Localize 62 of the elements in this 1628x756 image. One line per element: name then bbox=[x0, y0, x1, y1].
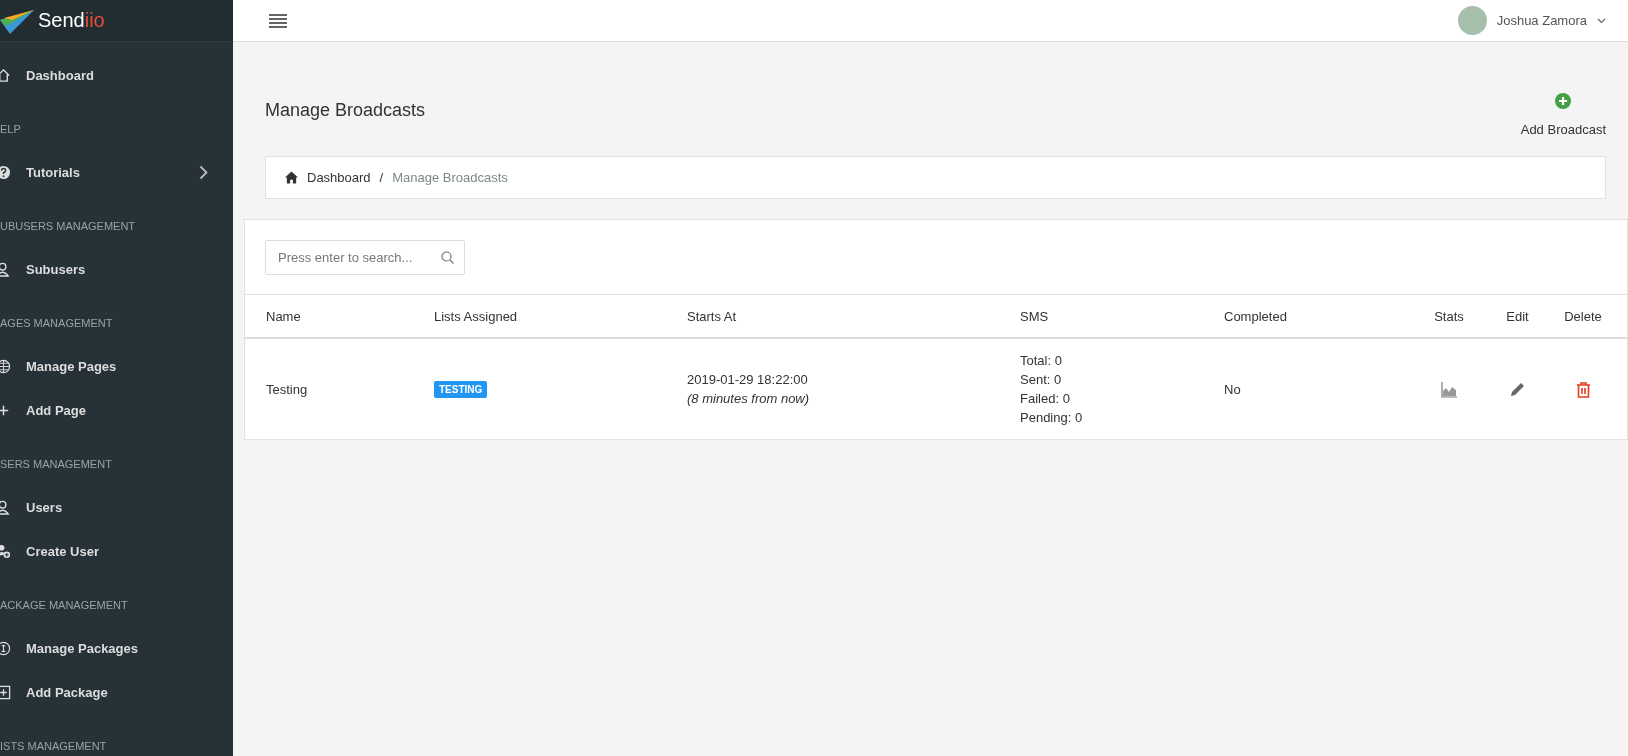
search-icon bbox=[441, 250, 454, 264]
sidebar-item-label: Add Package bbox=[26, 684, 108, 700]
sidebar-item-label: Subusers bbox=[26, 261, 86, 277]
column-header: Name bbox=[266, 308, 301, 324]
sidebar-item[interactable]: Add Page bbox=[0, 388, 233, 432]
area-chart-icon[interactable] bbox=[1440, 380, 1458, 398]
plus-circle-icon bbox=[1554, 91, 1573, 110]
sidebar-section-header: SERS MANAGEMENT bbox=[0, 457, 113, 472]
start-time: 2019-01-29 18:22:00 bbox=[687, 371, 809, 389]
column-header: Edit bbox=[1506, 308, 1529, 324]
sidebar-item[interactable]: Users bbox=[0, 485, 233, 529]
sms-count: Pending: 0 bbox=[1020, 409, 1084, 427]
list-tag: TESTING bbox=[434, 380, 488, 398]
paper-plane-logo-icon bbox=[0, 7, 34, 34]
column-header: Starts At bbox=[687, 308, 737, 324]
column-header: Lists Assigned bbox=[434, 308, 518, 324]
home-icon bbox=[0, 67, 11, 83]
column-header: SMS bbox=[1020, 308, 1049, 324]
home-icon[interactable] bbox=[285, 171, 298, 184]
sidebar-item-label: Add Page bbox=[26, 402, 86, 418]
chevron-down-icon[interactable] bbox=[1597, 17, 1606, 24]
pencil-icon[interactable] bbox=[1509, 380, 1526, 398]
sidebar-item-label: Manage Pages bbox=[26, 358, 117, 374]
relative-time: (8 minutes from now) bbox=[687, 390, 811, 408]
breadcrumb-link[interactable]: Dashboard bbox=[307, 170, 371, 185]
sms-count: Total: 0 bbox=[1020, 352, 1063, 370]
sms-count: Sent: 0 bbox=[1020, 371, 1063, 389]
sms-count: Failed: 0 bbox=[1020, 390, 1071, 408]
search-field[interactable]: Press enter to search... bbox=[265, 239, 465, 275]
sidebar-item-label: Users bbox=[26, 499, 63, 515]
sidebar-section-header: ACKAGE MANAGEMENT bbox=[0, 598, 129, 613]
coin-icon bbox=[0, 640, 11, 656]
sidebar-item[interactable]: Dashboard bbox=[0, 53, 233, 97]
sidebar-item[interactable]: Manage Pages bbox=[0, 344, 233, 388]
user-name[interactable]: Joshua Zamora bbox=[1496, 13, 1587, 28]
column-header: Stats bbox=[1434, 308, 1464, 324]
broadcast-name: Testing bbox=[266, 381, 308, 397]
user-icon bbox=[0, 499, 11, 515]
sidebar-item-label: Tutorials bbox=[26, 164, 80, 180]
sidebar-item-label: Create User bbox=[26, 543, 99, 559]
sidebar-section-header: UBUSERS MANAGEMENT bbox=[0, 219, 137, 234]
sidebar-item-label: Manage Packages bbox=[26, 640, 138, 656]
sidebar-item[interactable]: Subusers bbox=[0, 247, 233, 291]
sidebar-item[interactable]: Manage Packages bbox=[0, 626, 233, 670]
user-icon bbox=[0, 261, 11, 277]
sidebar-item[interactable]: Add Package bbox=[0, 670, 233, 714]
logo-text: Sendiio bbox=[38, 9, 105, 32]
page-title: Manage Broadcasts bbox=[265, 98, 426, 121]
sidebar-item-label: Dashboard bbox=[26, 67, 94, 83]
sidebar-section-header: ELP bbox=[0, 122, 22, 137]
globe-icon bbox=[0, 358, 11, 374]
add-broadcast-button[interactable]: Add Broadcast bbox=[1520, 91, 1606, 137]
column-header: Completed bbox=[1224, 308, 1287, 324]
completed-status: No bbox=[1224, 381, 1241, 397]
menu-icon[interactable] bbox=[269, 13, 287, 28]
sidebar-item[interactable]: Create User bbox=[0, 529, 233, 573]
column-header: Delete bbox=[1564, 308, 1602, 324]
breadcrumb-separator: / bbox=[379, 170, 384, 185]
sidebar-section-header: ISTS MANAGEMENT bbox=[0, 739, 108, 754]
trash-icon[interactable] bbox=[1574, 380, 1592, 398]
sidebar-section-header: AGES MANAGEMENT bbox=[0, 316, 114, 331]
sidebar-item[interactable]: Tutorials bbox=[0, 150, 233, 194]
